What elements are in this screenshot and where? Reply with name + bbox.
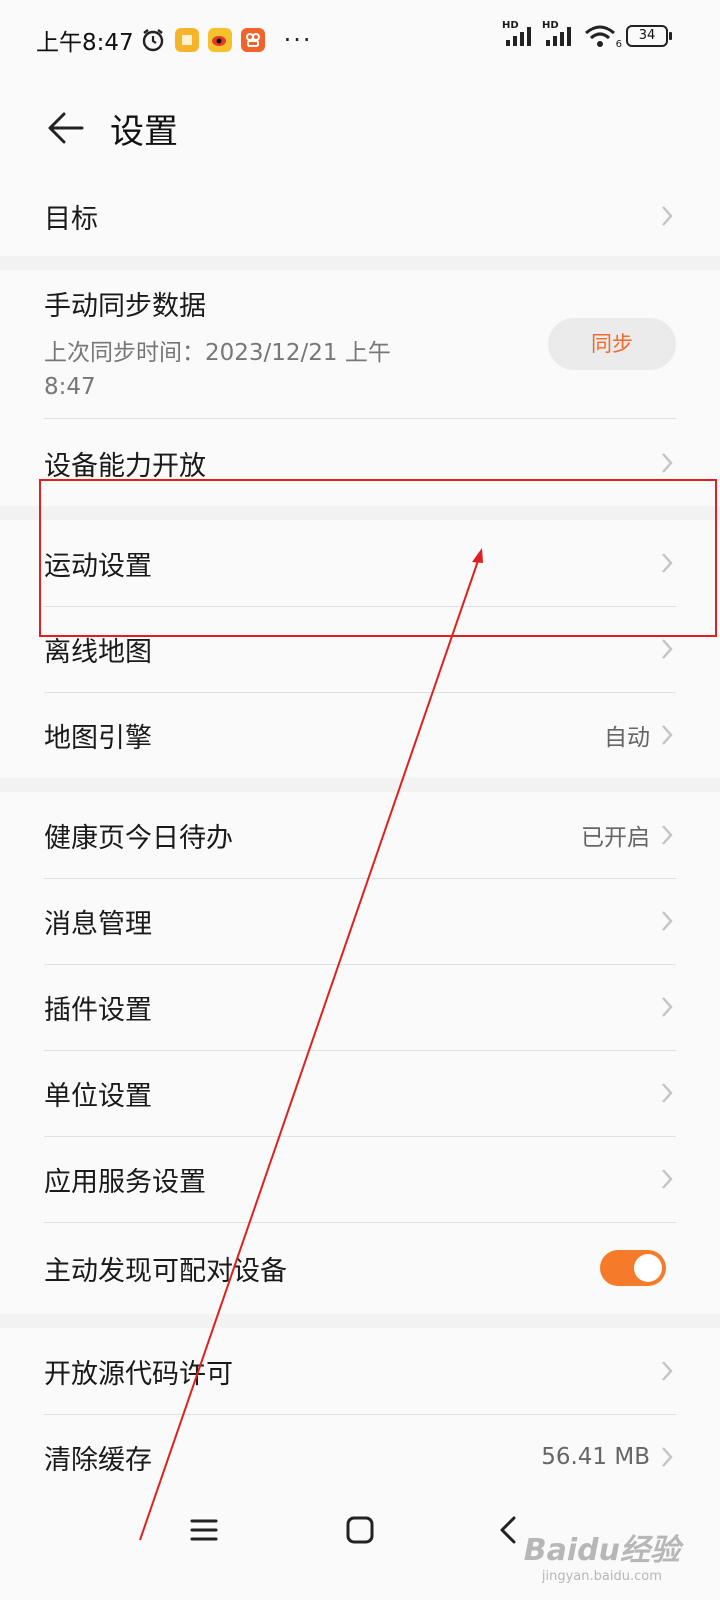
settings-item-label: 设备能力开放 xyxy=(44,450,206,482)
settings-item-plugin-settings[interactable]: 插件设置 xyxy=(44,964,676,1050)
settings-item-label: 主动发现可配对设备 xyxy=(44,1255,287,1287)
settings-item-health-todo[interactable]: 健康页今日待办 已开启 xyxy=(44,792,676,878)
chevron-right-icon xyxy=(662,825,673,845)
chevron-right-icon xyxy=(662,206,673,226)
page-title: 设置 xyxy=(110,111,178,152)
settings-item-value: 自动 xyxy=(604,725,650,751)
watermark-logo: Baidu经验 xyxy=(523,1533,680,1568)
battery-indicator: 34 xyxy=(626,25,672,47)
toggle-knob xyxy=(634,1254,662,1282)
sport-card: 运动设置 离线地图 地图引擎 自动 xyxy=(0,520,720,778)
signal-2-label: HD xyxy=(542,20,559,31)
chevron-right-icon xyxy=(662,1361,673,1381)
general-card: 健康页今日待办 已开启 消息管理 插件设置 单位设置 应用服务设置 主动发现可配… xyxy=(0,792,720,1314)
settings-item-label: 插件设置 xyxy=(44,994,152,1026)
chevron-right-icon xyxy=(662,553,673,573)
status-right-group: HD HD 6 34 xyxy=(502,20,672,50)
divider xyxy=(44,418,676,419)
weibo-app-icon xyxy=(207,28,232,52)
settings-item-label: 消息管理 xyxy=(44,908,152,940)
back-arrow-icon xyxy=(48,112,84,144)
sync-subtitle-line1: 上次同步时间：2023/12/21 上午 xyxy=(44,340,391,366)
chevron-right-icon xyxy=(662,725,673,745)
sync-subtitle-line2: 8:47 xyxy=(44,374,96,400)
discover-devices-toggle[interactable] xyxy=(600,1250,666,1286)
settings-item-label: 清除缓存 xyxy=(44,1444,152,1476)
settings-item-label: 地图引擎 xyxy=(44,722,152,754)
settings-item-label: 离线地图 xyxy=(44,636,152,668)
settings-item-offline-map[interactable]: 离线地图 xyxy=(44,606,676,692)
wifi-sub-label: 6 xyxy=(615,39,622,50)
more-notifications-icon: ··· xyxy=(283,26,313,54)
settings-item-device-capability[interactable]: 设备能力开放 xyxy=(44,420,676,506)
alarm-icon xyxy=(140,27,166,53)
settings-item-open-source[interactable]: 开放源代码许可 xyxy=(44,1328,676,1414)
sync-card: 手动同步数据 上次同步时间：2023/12/21 上午 8:47 同步 设备能力… xyxy=(0,270,720,506)
chevron-right-icon xyxy=(662,1447,673,1467)
settings-item-goal[interactable]: 目标 xyxy=(44,176,676,256)
settings-item-label: 单位设置 xyxy=(44,1080,152,1112)
chevron-right-icon xyxy=(662,1169,673,1189)
settings-item-label: 应用服务设置 xyxy=(44,1166,206,1198)
sync-button[interactable]: 同步 xyxy=(548,318,676,370)
signal-2-icon: HD xyxy=(542,20,576,48)
back-nav-icon[interactable] xyxy=(488,1510,528,1550)
settings-item-unit-settings[interactable]: 单位设置 xyxy=(44,1050,676,1136)
home-icon[interactable] xyxy=(340,1510,380,1550)
signal-1-icon: HD xyxy=(502,20,536,48)
notes-app-icon xyxy=(174,28,199,52)
chevron-right-icon xyxy=(662,453,673,473)
sync-subtitle: 上次同步时间：2023/12/21 上午 8:47 xyxy=(44,336,444,404)
settings-item-sport-settings[interactable]: 运动设置 xyxy=(44,520,676,606)
header: 设置 xyxy=(0,80,720,176)
settings-item-label: 目标 xyxy=(44,203,98,235)
back-button[interactable] xyxy=(44,106,88,150)
chevron-right-icon xyxy=(662,639,673,659)
menu-icon[interactable] xyxy=(184,1510,224,1550)
settings-item-message-mgmt[interactable]: 消息管理 xyxy=(44,878,676,964)
signal-1-label: HD xyxy=(502,20,519,31)
sync-title: 手动同步数据 xyxy=(44,291,206,322)
misc-card: 开放源代码许可 清除缓存 56.41 MB xyxy=(0,1328,720,1480)
chevron-right-icon xyxy=(662,1083,673,1103)
settings-item-value: 已开启 xyxy=(581,825,650,851)
settings-item-value: 56.41 MB xyxy=(541,1444,650,1470)
settings-item-label: 运动设置 xyxy=(44,550,152,582)
kuaishou-app-icon xyxy=(240,28,265,52)
chevron-right-icon xyxy=(662,997,673,1017)
goal-card: 目标 xyxy=(0,176,720,256)
settings-item-label: 开放源代码许可 xyxy=(44,1358,233,1390)
status-bar: 上午8:47 ··· HD HD 6 34 xyxy=(0,0,720,80)
watermark: Baidu经验 jingyan.baidu.com xyxy=(524,1525,680,1584)
settings-item-app-service[interactable]: 应用服务设置 xyxy=(44,1136,676,1222)
status-time: 上午8:47 xyxy=(36,30,134,56)
chevron-right-icon xyxy=(662,911,673,931)
wifi-icon: 6 xyxy=(584,24,622,50)
settings-item-label: 健康页今日待办 xyxy=(44,822,233,854)
watermark-url: jingyan.baidu.com xyxy=(541,1569,662,1584)
settings-item-discover-devices: 主动发现可配对设备 xyxy=(44,1222,676,1314)
settings-item-map-engine[interactable]: 地图引擎 自动 xyxy=(44,692,676,778)
